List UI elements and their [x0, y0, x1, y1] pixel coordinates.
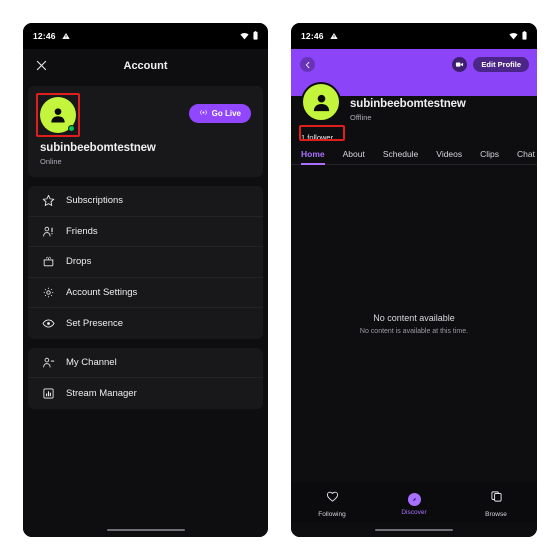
home-indicator-bar[interactable] — [375, 528, 453, 532]
home-indicator-bar[interactable] — [106, 528, 185, 532]
home-indicator-right — [291, 523, 537, 537]
nav-item-browse[interactable]: Browse — [466, 490, 526, 518]
warning-triangle-icon — [62, 27, 70, 45]
go-live-button[interactable]: Go Live — [188, 104, 251, 123]
screenshot-stage: 12:46 Account subinbeebomtestnew Online … — [0, 0, 560, 560]
bottom-navigation: Following Discover Browse — [291, 483, 537, 523]
tab-label: Home — [301, 149, 325, 159]
left-phone-panel: 12:46 Account subinbeebomtestnew Online … — [23, 23, 268, 537]
status-bar-left-group: 12:46 — [33, 27, 70, 45]
empty-state: No content available No content is avail… — [291, 165, 537, 483]
menu-item-label: Set Presence — [66, 317, 124, 329]
menu-item-account-settings[interactable]: Account Settings — [28, 278, 263, 308]
chart-bar-icon — [41, 386, 55, 400]
status-bar-clock: 12:46 — [301, 31, 324, 41]
heart-icon — [326, 490, 339, 508]
tab-home[interactable]: Home — [301, 149, 334, 165]
tab-label: Clips — [480, 149, 500, 159]
profile-status-label: Offline — [350, 113, 372, 122]
status-bar-right: 12:46 — [291, 23, 537, 49]
video-camera-button[interactable] — [452, 56, 468, 74]
menu-item-stream-manager[interactable]: Stream Manager — [28, 378, 263, 409]
tab-schedule[interactable]: Schedule — [374, 149, 427, 164]
menu-item-label: Friends — [66, 225, 98, 237]
menu-item-label: Account Settings — [66, 286, 138, 298]
banner-actions: Edit Profile — [452, 57, 529, 72]
battery-icon — [253, 27, 258, 45]
status-bar-left-group: 12:46 — [301, 27, 338, 45]
nav-item-label: Following — [318, 511, 346, 518]
chevron-left-icon — [304, 56, 312, 74]
nav-item-following[interactable]: Following — [302, 490, 362, 518]
copy-icon — [490, 490, 503, 508]
tab-videos[interactable]: Videos — [427, 149, 471, 164]
menu-item-friends[interactable]: Friends — [28, 217, 263, 247]
nav-item-label: Browse — [485, 511, 507, 518]
menu-item-drops[interactable]: Drops — [28, 247, 263, 278]
edit-profile-button[interactable]: Edit Profile — [473, 57, 529, 72]
avatar[interactable] — [40, 97, 76, 133]
status-bar-right-group — [240, 27, 258, 45]
menu-item-label: My Channel — [66, 356, 117, 368]
profile-tabs: Home About Schedule Videos Clips Chat — [291, 149, 537, 165]
menu-group-primary: Subscriptions Friends Drops Account Sett… — [28, 186, 263, 339]
follower-row: 1 follower — [291, 125, 537, 142]
wifi-icon — [509, 27, 518, 45]
person-avatar-icon — [301, 82, 341, 122]
eye-icon — [41, 316, 55, 330]
video-camera-icon — [455, 56, 464, 74]
gear-icon — [41, 285, 55, 299]
tab-clips[interactable]: Clips — [471, 149, 508, 164]
warning-triangle-icon — [330, 27, 338, 45]
menu-item-set-presence[interactable]: Set Presence — [28, 308, 263, 339]
empty-state-title: No content available — [373, 313, 455, 323]
edit-profile-label: Edit Profile — [481, 60, 521, 69]
menu-item-my-channel[interactable]: My Channel — [28, 348, 263, 378]
home-indicator-left — [23, 523, 268, 537]
close-icon[interactable] — [36, 60, 47, 71]
status-bar-right-group — [509, 27, 527, 45]
follower-count[interactable]: 1 follower — [301, 133, 333, 142]
tab-label: About — [342, 149, 365, 159]
tab-label: Schedule — [382, 149, 419, 159]
tab-chat[interactable]: Chat — [508, 149, 537, 164]
left-panel-spacer — [23, 409, 268, 524]
tab-label: Chat — [517, 149, 536, 159]
status-bar-clock: 12:46 — [33, 31, 56, 41]
menu-item-label: Drops — [66, 256, 92, 268]
page-title: Account — [123, 59, 168, 72]
menu-item-label: Subscriptions — [66, 195, 124, 207]
account-status-label: Online — [40, 157, 62, 166]
battery-icon — [522, 27, 527, 45]
account-header: Account — [23, 49, 268, 82]
menu-item-label: Stream Manager — [66, 387, 137, 399]
menu-item-subscriptions[interactable]: Subscriptions — [28, 186, 263, 217]
account-username: subinbeebomtestnew — [40, 142, 156, 154]
back-button[interactable] — [300, 57, 315, 72]
empty-state-subtitle: No content is available at this time. — [359, 328, 469, 335]
star-icon — [41, 194, 55, 208]
gift-box-icon — [41, 255, 55, 269]
tab-label: Videos — [436, 149, 463, 159]
online-status-dot — [68, 125, 75, 132]
profile-meta: subinbeebomtestnew Offline — [350, 82, 466, 122]
tab-about[interactable]: About — [334, 149, 374, 164]
broadcast-icon — [199, 108, 208, 119]
go-live-label: Go Live — [211, 109, 241, 118]
nav-item-label: Discover — [401, 508, 427, 516]
profile-avatar[interactable] — [301, 82, 341, 122]
compass-icon — [407, 492, 421, 506]
account-profile-card[interactable]: subinbeebomtestnew Online Go Live — [28, 86, 263, 177]
profile-row: subinbeebomtestnew Offline — [291, 82, 537, 122]
wifi-icon — [240, 27, 249, 45]
profile-username: subinbeebomtestnew — [350, 98, 466, 110]
menu-group-secondary: My Channel Stream Manager — [28, 347, 263, 409]
person-add-icon — [41, 355, 55, 369]
friends-icon — [41, 224, 55, 238]
right-phone-panel: 12:46 Edit Profile subinbeebomtestnew Of… — [291, 23, 537, 537]
status-bar-left: 12:46 — [23, 23, 268, 49]
nav-item-discover[interactable]: Discover — [384, 492, 444, 516]
